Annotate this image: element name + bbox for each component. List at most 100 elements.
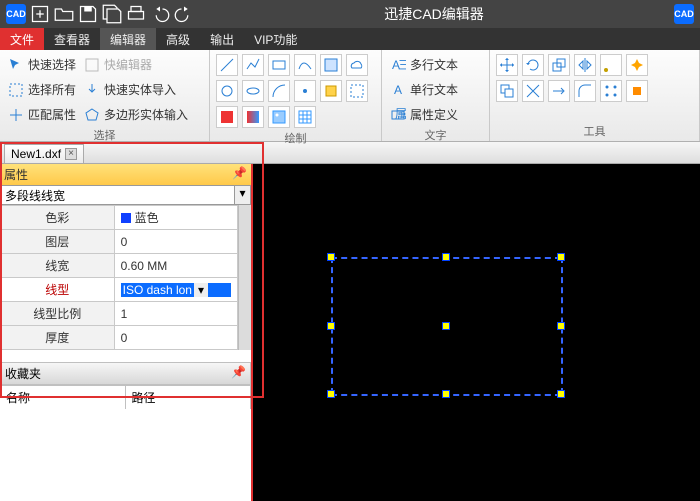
line-icon[interactable] [216,54,238,76]
favorites-col-name: 名称 [0,386,126,409]
menu-editor[interactable]: 编辑器 [100,28,156,50]
fillet-icon[interactable] [574,80,596,102]
redo-icon[interactable] [174,4,194,24]
grip[interactable] [327,390,335,398]
grip[interactable] [557,253,565,261]
ribbon-group-select: 快速选择 选择所有 匹配属性 快编辑器 快速实体导入 多边形实体输入 选择 [0,50,210,141]
open-icon[interactable] [54,4,74,24]
new-icon[interactable] [30,4,50,24]
ribbon-group-tools: 工具 [490,50,700,141]
grip[interactable] [442,390,450,398]
circle-icon[interactable] [216,80,238,102]
menu-viewer[interactable]: 查看器 [44,28,100,50]
main-area: 属性 📌 ▾ 色彩蓝色 图层0 线宽0.60 MM 线型ISO dash lon… [0,164,700,501]
prop-row-color[interactable]: 色彩蓝色 [1,206,238,230]
grip[interactable] [442,253,450,261]
file-tab-label: New1.dxf [11,147,61,161]
undo-icon[interactable] [150,4,170,24]
move-icon[interactable] [496,54,518,76]
menu-vip[interactable]: VIP功能 [244,28,307,50]
saveall-icon[interactable] [102,4,122,24]
attdef-button[interactable]: 属属性定义 [388,104,483,125]
cursor-icon [8,57,24,73]
extend-icon[interactable] [548,80,570,102]
quick-select-label: 快速选择 [28,56,76,73]
rotate-icon[interactable] [522,54,544,76]
pin-icon[interactable]: 📌 [231,365,246,382]
ellipse-icon[interactable] [242,80,264,102]
prop-row-linetype[interactable]: 线型ISO dash lon▾ [1,278,238,302]
svg-text:属: 属 [395,107,406,121]
ribbon-group-text-label: 文字 [388,125,483,145]
spline-icon[interactable] [294,54,316,76]
properties-filter-combo[interactable]: ▾ [0,185,251,205]
grip[interactable] [327,322,335,330]
quick-import-button[interactable]: 快速实体导入 [82,79,190,100]
polyline-icon[interactable] [242,54,264,76]
properties-table: 色彩蓝色 图层0 线宽0.60 MM 线型ISO dash lon▾ 线型比例1… [0,205,238,350]
point-icon[interactable] [294,80,316,102]
block-icon[interactable] [320,80,342,102]
trim-icon[interactable] [522,80,544,102]
image-icon[interactable] [268,106,290,128]
grip[interactable] [557,322,565,330]
drawing-canvas[interactable] [253,164,700,501]
fill-icon[interactable] [216,106,238,128]
table-icon[interactable] [294,106,316,128]
close-icon[interactable]: × [65,148,77,160]
scrollbar[interactable] [238,205,251,350]
mtext-button[interactable]: A三多行文本 [388,54,483,75]
file-tab[interactable]: New1.dxf × [4,144,84,163]
quick-select-button[interactable]: 快速选择 [6,54,78,75]
favorites-title: 收藏夹 [5,365,41,382]
menu-output[interactable]: 输出 [200,28,244,50]
chevron-down-icon[interactable]: ▾ [194,283,208,297]
stext-label: 单行文本 [410,81,458,98]
array-icon[interactable] [600,80,622,102]
favorites-header[interactable]: 收藏夹 📌 [0,362,251,385]
attdef-icon: 属 [390,107,406,123]
grip[interactable] [327,253,335,261]
prop-row-thickness[interactable]: 厚度0 [1,326,238,350]
select-all-button[interactable]: 选择所有 [6,79,78,100]
app-title: 迅捷CAD编辑器 [194,4,674,24]
arc-icon[interactable] [268,80,290,102]
prop-row-layer[interactable]: 图层0 [1,230,238,254]
app-logo-right[interactable]: CAD [674,4,694,24]
mirror-icon[interactable] [574,54,596,76]
poly-input-button[interactable]: 多边形实体输入 [82,104,190,125]
print-icon[interactable] [126,4,146,24]
explode-icon[interactable] [626,54,648,76]
grip[interactable] [557,390,565,398]
properties-filter-input[interactable] [1,186,234,204]
menu-advanced[interactable]: 高级 [156,28,200,50]
rect-icon[interactable] [268,54,290,76]
copy-icon[interactable] [496,80,518,102]
stext-icon: A [390,82,406,98]
titlebar: CAD 迅捷CAD编辑器 CAD [0,0,700,28]
insert-icon[interactable] [626,80,648,102]
properties-panel: 属性 📌 ▾ 色彩蓝色 图层0 线宽0.60 MM 线型ISO dash lon… [0,164,253,501]
gradient-icon[interactable] [242,106,264,128]
menu-file[interactable]: 文件 [0,28,44,50]
prop-row-ltscale[interactable]: 线型比例1 [1,302,238,326]
quick-import-label: 快速实体导入 [104,81,176,98]
polygon-icon [84,107,100,123]
prop-row-lineweight[interactable]: 线宽0.60 MM [1,254,238,278]
match-props-button[interactable]: 匹配属性 [6,104,78,125]
save-icon[interactable] [78,4,98,24]
quick-editor-button: 快编辑器 [82,54,190,75]
boundary-icon[interactable] [346,80,368,102]
app-logo[interactable]: CAD [6,4,26,24]
quick-access-toolbar: CAD [6,4,194,24]
linetype-select[interactable]: ISO dash lon▾ [121,283,231,297]
offset-icon[interactable] [600,54,622,76]
grip[interactable] [442,322,450,330]
properties-header: 属性 📌 [0,164,251,185]
scale-icon[interactable] [548,54,570,76]
cloud-icon[interactable] [346,54,368,76]
hatch-rect-icon[interactable] [320,54,342,76]
stext-button[interactable]: A单行文本 [388,79,483,100]
pin-icon[interactable]: 📌 [232,166,247,183]
chevron-down-icon[interactable]: ▾ [234,186,250,204]
